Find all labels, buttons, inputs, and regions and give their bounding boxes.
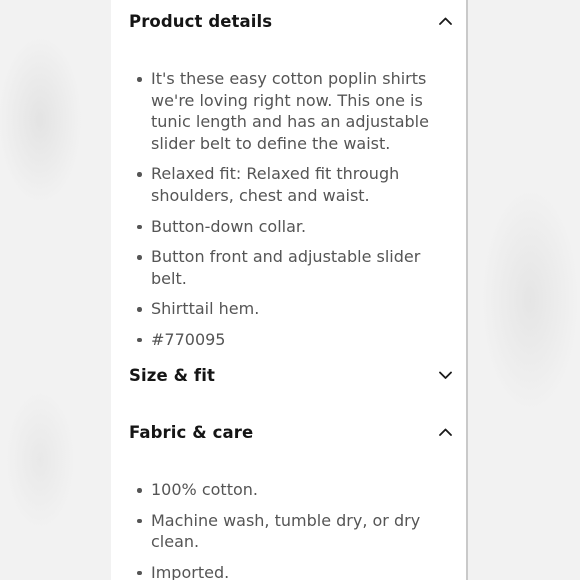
size-fit-header[interactable]: Size & fit bbox=[129, 363, 452, 387]
list-item: #770095 bbox=[135, 329, 452, 351]
list-item: Button-down collar. bbox=[135, 216, 452, 238]
chevron-down-icon[interactable] bbox=[438, 368, 452, 382]
fabric-care-header[interactable]: Fabric & care bbox=[129, 420, 452, 444]
chevron-up-icon[interactable] bbox=[438, 425, 452, 439]
list-item: 100% cotton. bbox=[135, 479, 452, 501]
product-details-title: Product details bbox=[129, 11, 273, 31]
list-item: Button front and adjustable slider belt. bbox=[135, 246, 452, 289]
list-item: It's these easy cotton poplin shirts we'… bbox=[135, 68, 452, 154]
list-item: Shirttail hem. bbox=[135, 298, 452, 320]
chevron-up-icon[interactable] bbox=[438, 14, 452, 28]
product-details-header[interactable]: Product details bbox=[129, 9, 452, 33]
product-details-list: It's these easy cotton poplin shirts we'… bbox=[135, 68, 452, 360]
size-fit-title: Size & fit bbox=[129, 365, 215, 385]
list-item: Imported. bbox=[135, 562, 452, 580]
fabric-care-list: 100% cotton. Machine wash, tumble dry, o… bbox=[135, 479, 452, 580]
list-item: Machine wash, tumble dry, or dry clean. bbox=[135, 510, 452, 553]
product-info-panel: Product details It's these easy cotton p… bbox=[111, 0, 468, 580]
fabric-care-title: Fabric & care bbox=[129, 422, 254, 442]
list-item: Relaxed fit: Relaxed fit through shoulde… bbox=[135, 163, 452, 206]
